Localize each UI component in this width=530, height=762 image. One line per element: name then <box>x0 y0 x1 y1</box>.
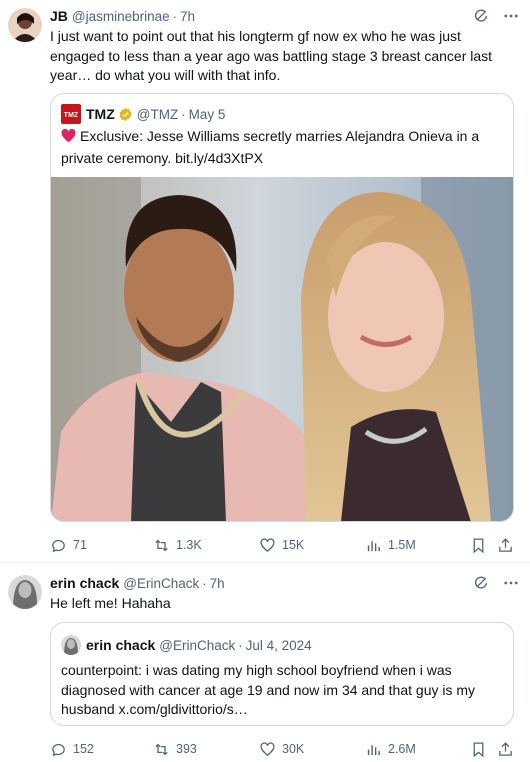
views-count: 1.5M <box>388 538 416 552</box>
quote-author-name[interactable]: TMZ <box>86 106 115 122</box>
tweet-text: I just want to point out that his longte… <box>50 28 493 83</box>
quote-author-handle[interactable]: @ErinChack <box>159 638 235 653</box>
share-icon <box>499 741 512 756</box>
like-count: 30K <box>282 742 305 756</box>
quote-author-name[interactable]: erin chack <box>86 637 155 653</box>
bookmark-icon <box>473 741 484 757</box>
quote-text: counterpoint: i was dating my high schoo… <box>61 662 476 717</box>
tmz-logo: TMZ <box>61 104 81 124</box>
quote-text: Exclusive: Jesse Williams secretly marri… <box>61 127 503 168</box>
views-count: 2.6M <box>388 742 416 756</box>
action-bar: 71 1.3K 15K 1.5M <box>50 535 520 555</box>
author-handle[interactable]: @ErinChack <box>123 576 199 591</box>
quoted-tweet[interactable]: erin chack @ErinChack · Jul 4, 2024 coun… <box>50 622 514 726</box>
timestamp[interactable]: 7h <box>210 576 225 591</box>
reply-button[interactable]: 152 <box>50 739 94 759</box>
like-button[interactable]: 30K <box>259 739 304 759</box>
tweet-text: He left me! Hahaha <box>50 595 171 611</box>
reply-icon <box>52 743 65 756</box>
repost-button[interactable]: 1.3K <box>153 535 202 555</box>
quote-header: TMZ TMZ @TMZ · May 5 <box>61 104 503 124</box>
separator-dot: · <box>202 575 207 591</box>
quote-text-content: Exclusive: Jesse Williams secretly marri… <box>61 128 480 166</box>
views-button[interactable]: 1.5M <box>365 535 416 555</box>
tweet-header: JB @jasminebrinae · 7h <box>50 6 520 26</box>
tmz-logo-text: TMZ <box>64 112 79 119</box>
tweet-header: erin chack @ErinChack · 7h <box>50 573 520 593</box>
quote-date[interactable]: Jul 4, 2024 <box>246 638 312 653</box>
bookmark-button[interactable] <box>470 535 487 555</box>
avatar[interactable] <box>8 575 42 609</box>
separator-dot: · <box>181 106 186 122</box>
timestamp[interactable]: 7h <box>180 9 195 24</box>
like-button[interactable]: 15K <box>259 535 304 555</box>
separator-dot: · <box>172 8 177 24</box>
share-icon <box>499 537 512 552</box>
reply-button[interactable]: 71 <box>50 535 87 555</box>
tweet[interactable]: JB @jasminebrinae · 7h I just want to po… <box>0 0 530 563</box>
quote-avatar <box>61 635 81 655</box>
more-icon[interactable] <box>502 7 520 25</box>
share-button[interactable] <box>497 535 514 555</box>
like-count: 15K <box>282 538 305 552</box>
repost-count: 1.3K <box>176 538 202 552</box>
repost-icon <box>155 743 168 755</box>
quote-author-handle[interactable]: @TMZ <box>137 107 178 122</box>
bookmark-icon <box>473 537 484 553</box>
like-icon <box>260 537 275 552</box>
quoted-tweet[interactable]: TMZ TMZ @TMZ · May 5 Exclusive: Jesse Wi… <box>50 93 514 522</box>
grok-icon[interactable] <box>472 574 490 592</box>
share-button[interactable] <box>497 739 514 759</box>
reply-icon <box>52 539 65 552</box>
views-icon <box>367 540 380 551</box>
quote-header: erin chack @ErinChack · Jul 4, 2024 <box>61 635 503 655</box>
repost-button[interactable]: 393 <box>153 739 197 759</box>
like-icon <box>260 741 275 756</box>
bookmark-button[interactable] <box>470 739 487 759</box>
repost-icon <box>155 539 168 551</box>
views-button[interactable]: 2.6M <box>365 739 416 759</box>
author-handle[interactable]: @jasminebrinae <box>72 9 170 24</box>
author-name[interactable]: JB <box>50 8 68 24</box>
verified-badge-icon <box>118 107 133 122</box>
quote-photo[interactable] <box>51 177 513 521</box>
views-icon <box>367 744 380 755</box>
tweet[interactable]: erin chack @ErinChack · 7h He left me! H… <box>0 563 530 762</box>
repost-count: 393 <box>176 742 197 756</box>
reply-count: 152 <box>73 742 94 756</box>
grok-icon[interactable] <box>472 7 490 25</box>
heart-emoji <box>61 128 76 149</box>
author-name[interactable]: erin chack <box>50 575 119 591</box>
action-bar: 152 393 30K 2.6M <box>50 739 520 759</box>
separator-dot: · <box>238 637 243 653</box>
quote-date[interactable]: May 5 <box>189 107 226 122</box>
avatar[interactable] <box>8 8 42 42</box>
reply-count: 71 <box>73 538 87 552</box>
more-icon[interactable] <box>502 574 520 592</box>
